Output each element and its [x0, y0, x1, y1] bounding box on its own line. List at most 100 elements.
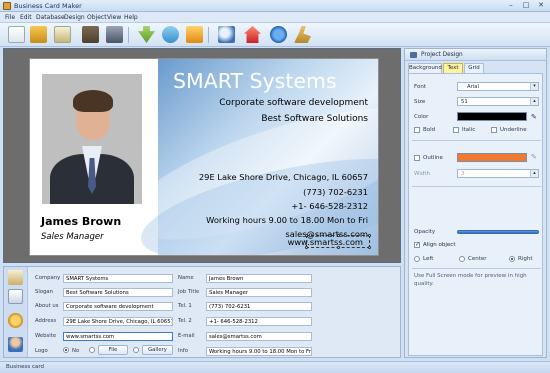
- name-label: Name: [178, 275, 194, 281]
- email-field[interactable]: sales@smartss.com: [206, 332, 312, 341]
- card-address[interactable]: 29E Lake Shore Drive, Chicago, IL 60657: [199, 172, 368, 182]
- card-info[interactable]: Working hours 9.00 to 18.00 Mon to Fri: [206, 215, 368, 225]
- menu-object[interactable]: Object: [87, 14, 107, 21]
- divider: [412, 268, 541, 269]
- tel1-field[interactable]: (773) 702-6231: [206, 302, 312, 311]
- info-label: Info: [178, 348, 189, 354]
- italic-label: Italic: [462, 127, 476, 133]
- resize-handle[interactable]: [305, 246, 308, 249]
- contact-icon[interactable]: [8, 337, 23, 352]
- website-field[interactable]: www.smartss.com: [63, 332, 173, 341]
- close-button[interactable]: ✕: [534, 1, 548, 10]
- outline-color-swatch[interactable]: [457, 153, 527, 162]
- resize-handle[interactable]: [368, 234, 371, 237]
- tab-grid[interactable]: Grid: [464, 63, 484, 73]
- size-value: 51: [461, 99, 468, 105]
- panel-title: Project Design: [421, 52, 463, 58]
- divider: [412, 186, 541, 187]
- job-title-field[interactable]: Sales Manager: [206, 288, 312, 297]
- import-icon[interactable]: [138, 26, 155, 43]
- address-field[interactable]: 29E Lake Shore Drive, Chicago, IL 60657: [63, 317, 173, 326]
- color-label: Color: [414, 114, 429, 120]
- job-title-label: Job Title: [178, 289, 200, 295]
- settings-icon[interactable]: [294, 26, 311, 43]
- name-field[interactable]: James Brown: [206, 274, 312, 283]
- size-label: Size: [414, 99, 426, 105]
- logo-file-radio[interactable]: [89, 347, 95, 353]
- resize-handle[interactable]: [337, 246, 340, 249]
- info-field[interactable]: Working hours 9.00 to 18.00 Mon to Fri: [206, 347, 312, 356]
- align-center-radio[interactable]: [459, 256, 465, 262]
- card-tel1[interactable]: (773) 702-6231: [303, 187, 368, 197]
- logo-gallery-radio[interactable]: [133, 347, 139, 353]
- document-icon[interactable]: [8, 289, 23, 304]
- card-about[interactable]: Best Software Solutions: [261, 114, 368, 124]
- help-icon[interactable]: [270, 26, 287, 43]
- outline-checkbox[interactable]: [414, 155, 420, 161]
- card-slogan[interactable]: Corporate software development: [219, 98, 368, 108]
- outline-label: Outline: [423, 155, 443, 161]
- menu-file[interactable]: File: [5, 14, 15, 21]
- card-tel2[interactable]: +1- 646-528-2312: [291, 201, 368, 211]
- home-icon[interactable]: [244, 26, 261, 43]
- align-right-radio[interactable]: [509, 256, 515, 262]
- opacity-slider[interactable]: [457, 230, 539, 234]
- photo-hair: [73, 90, 113, 112]
- print-icon[interactable]: [106, 26, 123, 43]
- align-object-checkbox[interactable]: [414, 241, 420, 248]
- logo-file-button[interactable]: File: [98, 345, 128, 355]
- underline-checkbox[interactable]: [491, 127, 497, 133]
- menu-design[interactable]: Design: [64, 14, 85, 21]
- logo-gallery-button[interactable]: Gallery: [142, 345, 173, 355]
- eyedropper-icon: ✎: [531, 153, 537, 161]
- outline-width-field: 3 ▴: [457, 169, 539, 178]
- image-icon[interactable]: [162, 26, 179, 43]
- font-select[interactable]: Arial ▾: [457, 82, 539, 91]
- text-color-swatch[interactable]: [457, 112, 527, 121]
- spinner-icon: ▴: [530, 170, 538, 177]
- panel-header: Project Design: [405, 49, 546, 61]
- align-right-label: Right: [518, 256, 533, 262]
- card-person-name[interactable]: James Brown: [41, 215, 121, 228]
- slogan-field[interactable]: Best Software Solutions: [63, 288, 173, 297]
- background-icon[interactable]: [186, 26, 203, 43]
- company-field[interactable]: SMART Systems: [63, 274, 173, 283]
- tab-text[interactable]: Text: [443, 63, 463, 73]
- minimize-button[interactable]: –: [504, 1, 518, 10]
- status-bar: Business card: [0, 361, 550, 373]
- about-field[interactable]: Corporate software development: [63, 302, 173, 311]
- tab-background[interactable]: Background: [408, 63, 442, 73]
- spinner-icon[interactable]: ▴: [530, 98, 538, 105]
- logo-no-radio[interactable]: [63, 347, 69, 353]
- align-left-radio[interactable]: [414, 256, 420, 262]
- card-company[interactable]: SMART Systems: [173, 69, 337, 93]
- new-project-icon[interactable]: [8, 26, 25, 43]
- underline-label: Underline: [500, 127, 527, 133]
- card-position[interactable]: Sales Manager: [41, 232, 104, 242]
- bold-checkbox[interactable]: [414, 127, 420, 133]
- resize-handle[interactable]: [337, 234, 340, 237]
- menu-view[interactable]: View: [107, 14, 121, 21]
- resize-handle[interactable]: [305, 234, 308, 237]
- selection-box[interactable]: [305, 234, 371, 249]
- eyedropper-icon[interactable]: ✎: [531, 113, 537, 121]
- width-label: Width: [414, 171, 430, 177]
- size-field[interactable]: 51 ▴: [457, 97, 539, 106]
- tel1-label: Tel. 1: [178, 303, 192, 309]
- business-card[interactable]: James Brown Sales Manager SMART Systems …: [29, 58, 379, 256]
- open-project-icon[interactable]: [30, 26, 47, 43]
- menu-edit[interactable]: Edit: [20, 14, 32, 21]
- zoom-icon[interactable]: [218, 26, 235, 43]
- italic-checkbox[interactable]: [453, 127, 459, 133]
- resize-handle[interactable]: [368, 246, 371, 249]
- maximize-button[interactable]: □: [519, 1, 533, 10]
- tel2-field[interactable]: +1- 646-528-2312: [206, 317, 312, 326]
- menu-help[interactable]: Help: [124, 14, 138, 21]
- templates-icon[interactable]: [54, 26, 71, 43]
- person-photo[interactable]: [42, 74, 142, 204]
- chevron-down-icon[interactable]: ▾: [530, 83, 538, 90]
- clock-icon[interactable]: [8, 313, 23, 328]
- edit-text-icon[interactable]: [8, 270, 23, 285]
- save-icon[interactable]: [82, 26, 99, 43]
- menu-database[interactable]: Database: [36, 14, 65, 21]
